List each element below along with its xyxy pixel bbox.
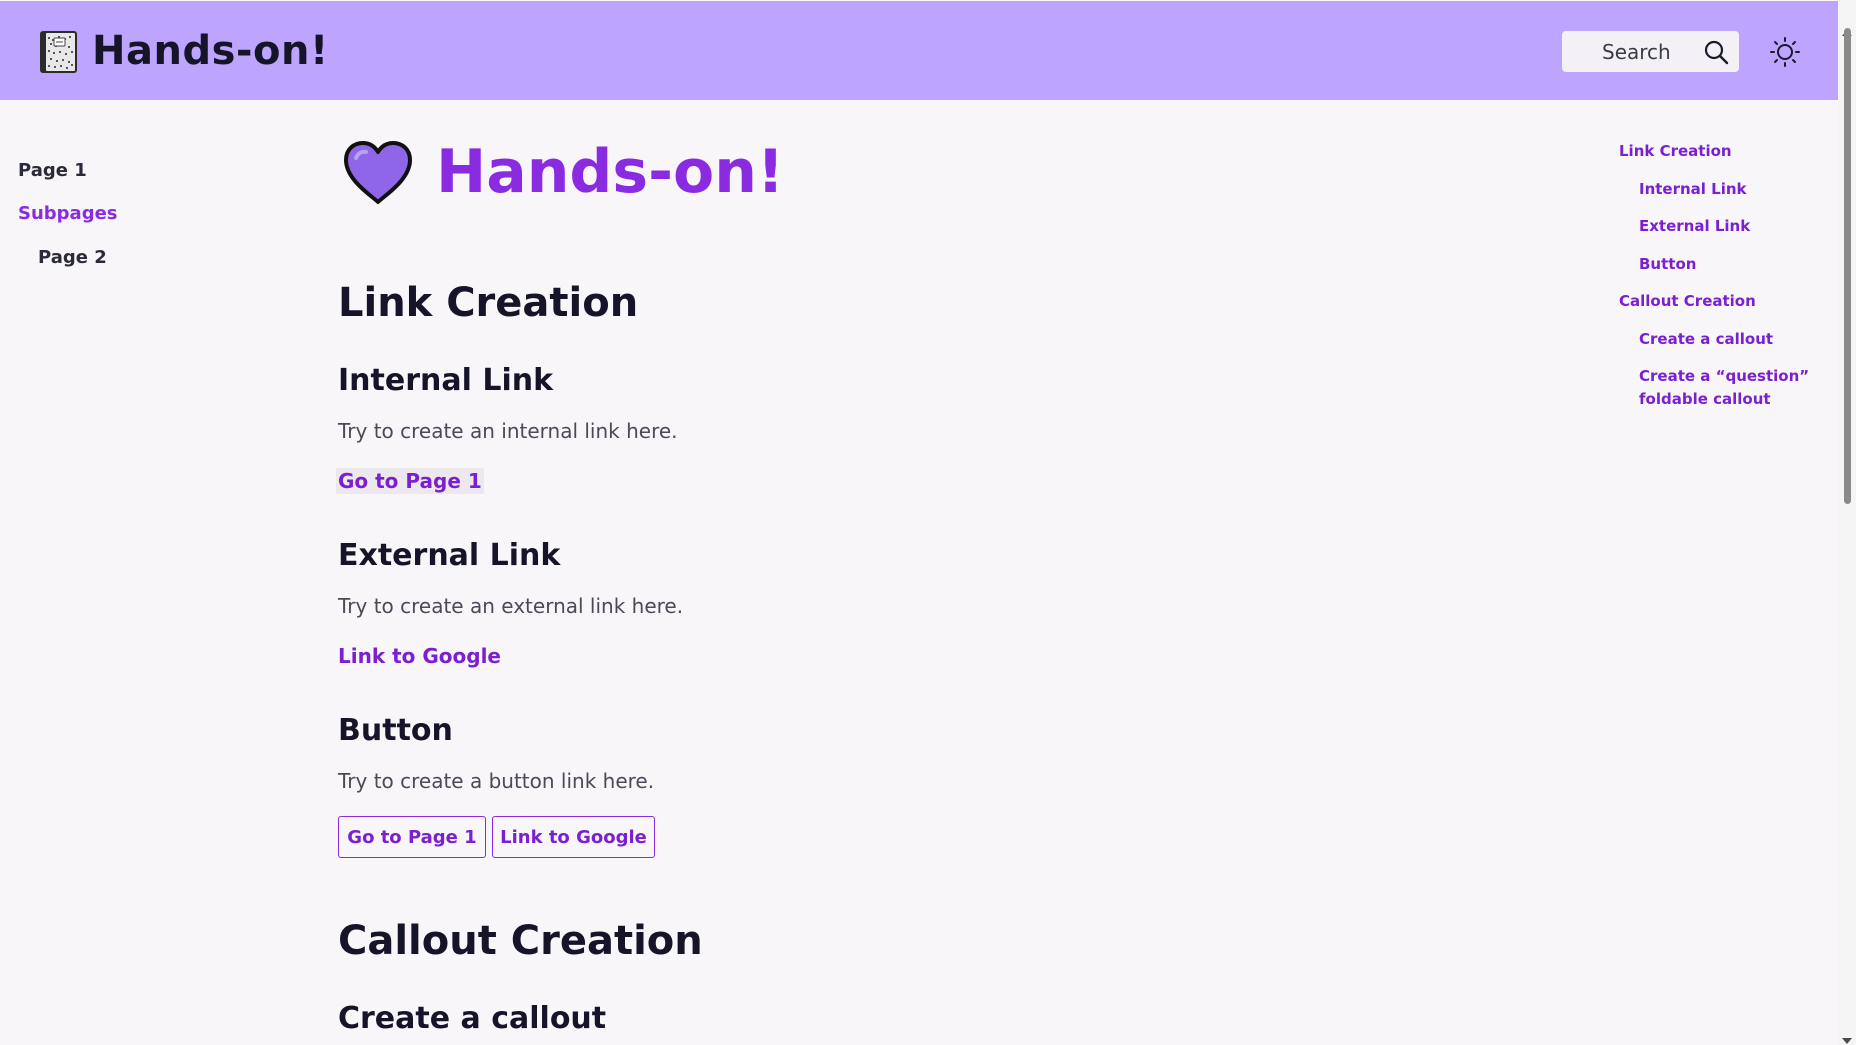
toc-callout-creation[interactable]: Callout Creation — [1619, 290, 1756, 313]
site-header: Hands-on! Search — [0, 1, 1838, 100]
heading-link-creation: Link Creation — [338, 280, 639, 326]
toc-create-question-foldable-callout[interactable]: Create a “question” foldable callout — [1639, 365, 1809, 411]
toc-question-callout-line-2: foldable callout — [1639, 390, 1771, 408]
internal-link[interactable]: Go to Page 1 — [336, 468, 484, 494]
external-link[interactable]: Link to Google — [338, 643, 501, 669]
toc-link-creation[interactable]: Link Creation — [1619, 140, 1732, 163]
external-link-text: Try to create an external link here. — [338, 594, 684, 618]
heading-external-link: External Link — [338, 538, 561, 573]
search-box[interactable]: Search — [1562, 31, 1739, 72]
site-title[interactable]: Hands-on! — [92, 25, 329, 77]
button-text: Try to create a button link here. — [338, 769, 655, 793]
toc-question-callout-line-1: Create a “question” — [1639, 367, 1810, 385]
sidebar-item-subpages[interactable]: Subpages — [18, 203, 118, 224]
scroll-down-arrow-icon[interactable] — [1842, 1038, 1852, 1044]
toc-external-link[interactable]: External Link — [1639, 215, 1750, 238]
purple-heart-icon — [344, 141, 412, 204]
page-title: Hands-on! — [436, 137, 785, 207]
sidebar-item-page-1[interactable]: Page 1 — [18, 160, 87, 181]
search-placeholder: Search — [1602, 40, 1671, 64]
scrollbar[interactable] — [1838, 0, 1856, 1045]
heading-create-a-callout: Create a callout — [338, 1001, 607, 1036]
internal-link-label[interactable]: Go to Page 1 — [336, 468, 484, 494]
heading-internal-link: Internal Link — [338, 363, 554, 398]
search-icon[interactable] — [1703, 39, 1729, 65]
toc-button[interactable]: Button — [1639, 253, 1696, 276]
heading-callout-creation: Callout Creation — [338, 918, 703, 964]
toc-internal-link[interactable]: Internal Link — [1639, 178, 1747, 201]
scroll-thumb[interactable] — [1844, 28, 1851, 504]
link-to-google-button[interactable]: Link to Google — [492, 816, 655, 858]
notebook-icon[interactable] — [38, 29, 79, 75]
heading-button: Button — [338, 713, 453, 748]
sun-icon[interactable] — [1769, 36, 1801, 68]
sidebar-item-page-2[interactable]: Page 2 — [38, 247, 107, 268]
go-to-page-1-button[interactable]: Go to Page 1 — [338, 816, 486, 858]
toc-create-a-callout[interactable]: Create a callout — [1639, 328, 1773, 351]
internal-link-text: Try to create an internal link here. — [338, 419, 678, 443]
